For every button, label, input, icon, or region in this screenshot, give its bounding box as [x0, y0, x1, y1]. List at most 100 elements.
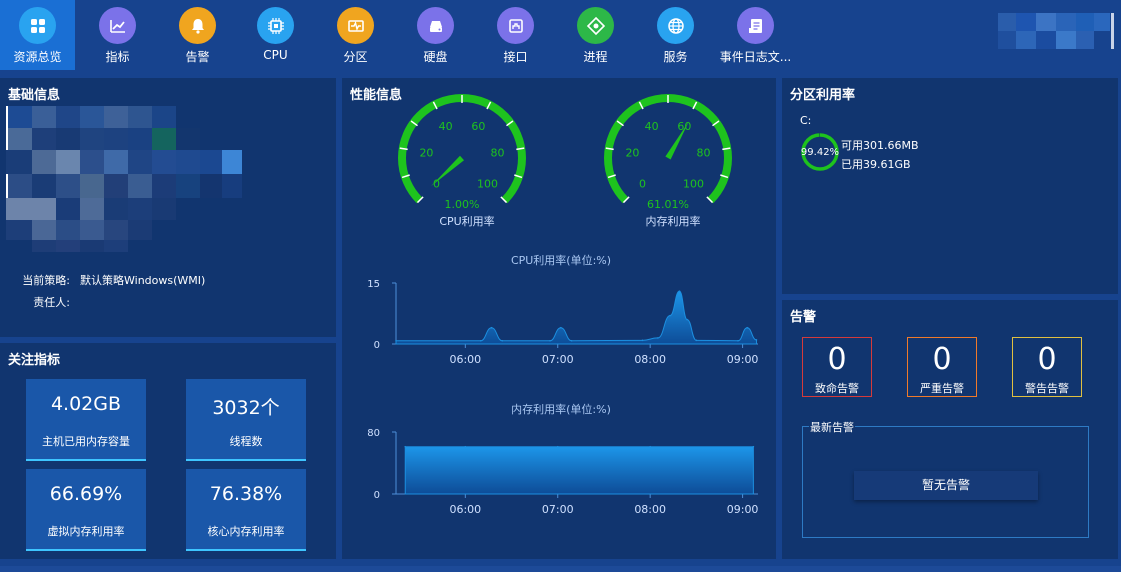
gauge-tick-label: 20 [625, 146, 639, 159]
gauge-tick-label: 60 [471, 120, 485, 133]
nav-label: CPU [263, 48, 288, 62]
document-icon [737, 7, 774, 44]
nav-tab-partition[interactable]: 分区 [318, 0, 393, 70]
gauge-tick-label: 60 [677, 120, 691, 133]
nav-tab-cpu[interactable]: CPU [238, 0, 313, 70]
nav-tab-disk[interactable]: 硬盘 [398, 0, 473, 70]
chart-data-point [641, 339, 644, 342]
disk-icon [417, 7, 454, 44]
grid-icon [19, 7, 56, 44]
panel-title: 告警 [790, 310, 817, 325]
chart-area-series [404, 446, 754, 495]
chart-data-point [490, 326, 493, 329]
metric-card-threads[interactable]: 3032个 线程数 [186, 379, 306, 461]
panel-title: 分区利用率 [790, 88, 856, 103]
metric-card-core-memory[interactable]: 76.38% 核心内存利用率 [186, 469, 306, 551]
chart-x-tick-label: 07:00 [542, 503, 574, 516]
policy-label: 当前策略: [22, 274, 70, 287]
metric-label: 线程数 [229, 435, 263, 448]
chart-data-point [755, 339, 758, 341]
panel-title: 关注指标 [8, 353, 61, 368]
nav-label: 服务 [663, 50, 688, 64]
nav-label: 分区 [343, 50, 368, 64]
owner-label: 责任人: [33, 296, 70, 309]
basic-info-mosaic [6, 106, 246, 256]
chart-data-point [678, 290, 681, 292]
bell-icon [179, 7, 216, 44]
nav-tab-overview[interactable]: 资源总览 [0, 0, 75, 70]
latest-alarm-title: 最新告警 [809, 419, 855, 435]
metric-label: 虚拟内存利用率 [47, 525, 125, 538]
metric-value: 76.38% [209, 483, 283, 505]
bottom-strip [0, 566, 1121, 572]
chart-data-point [649, 445, 651, 448]
chart-y-tick-label: 0 [374, 490, 380, 501]
partition-drive-label: C: [800, 114, 812, 127]
chart-data-point [549, 339, 551, 342]
redacted-info-mosaic [6, 106, 242, 252]
partition-percent: 99.42% [800, 147, 840, 158]
panel-title: 基础信息 [8, 88, 61, 103]
chart-data-point [737, 339, 739, 342]
chart-x-tick-label: 07:00 [542, 353, 574, 366]
chart-y-tick-label: 0 [374, 340, 380, 351]
chart-x-tick-label: 06:00 [449, 353, 481, 366]
chart-title: CPU利用率(单位:%) [511, 253, 611, 267]
chart-data-point [464, 445, 467, 448]
gauge-value: 1.00% [445, 198, 480, 211]
chart-data-point [752, 445, 755, 448]
nav-tab-interface[interactable]: 接口 [478, 0, 553, 70]
nav-label: 硬盘 [423, 50, 448, 64]
gauge-tick-label: 0 [639, 177, 646, 190]
gauge-tick-label: 80 [697, 146, 711, 159]
gauge-needle [430, 155, 465, 187]
nav-tab-metrics[interactable]: 指标 [80, 0, 155, 70]
gauge-tick-label: 40 [645, 120, 659, 133]
gauge-label: CPU利用率 [439, 214, 494, 228]
metric-card-used-memory[interactable]: 4.02GB 主机已用内存容量 [26, 379, 146, 461]
chart-data-point [669, 314, 671, 317]
performance-graphics: 0 20 40 60 80 100 1.00% CPU利用率 0 20 40 60 80 100 61.01… [367, 94, 758, 516]
alarm-count: 0 [1037, 342, 1057, 377]
alarm-box-critical[interactable]: 0 严重告警 [907, 337, 977, 397]
alarm-count: 0 [827, 342, 847, 377]
gauge-label: 内存利用率 [646, 214, 701, 228]
gauge-tick-label: 40 [439, 120, 453, 133]
latest-alarm-group: 最新告警 暂无告警 [802, 419, 1089, 538]
nav-label: 告警 [185, 50, 210, 64]
metric-card-virtual-memory[interactable]: 66.69% 虚拟内存利用率 [26, 469, 146, 551]
user-menu-handle[interactable] [1111, 13, 1114, 49]
chart-title: 内存利用率(单位:%) [511, 402, 611, 416]
alarm-box-fatal[interactable]: 0 致命告警 [802, 337, 872, 397]
chart-data-point [746, 326, 749, 329]
user-info-blurred[interactable] [998, 13, 1110, 49]
chart-data-point [404, 445, 407, 448]
top-nav: 资源总览 指标 告警 CPU 分区 硬盘 接口 进程 服务 事件日志文... [0, 0, 1121, 70]
nav-tab-process[interactable]: 进程 [558, 0, 633, 70]
partition-available: 可用301.66MB [841, 139, 919, 152]
chart-data-point [479, 339, 482, 342]
chart-data-point [657, 337, 659, 339]
nav-tab-service[interactable]: 服务 [638, 0, 713, 70]
chart-data-point [570, 339, 573, 342]
alarm-box-warning[interactable]: 0 警告告警 [1012, 337, 1082, 397]
nav-label: 接口 [503, 50, 528, 64]
globe-icon [657, 7, 694, 44]
chart-data-point [560, 326, 562, 329]
process-icon [577, 7, 614, 44]
nav-tab-alarm[interactable]: 告警 [160, 0, 235, 70]
gauge-tick-label: 80 [491, 146, 505, 159]
chart-data-point [695, 339, 698, 342]
line-chart-icon [99, 7, 136, 44]
metric-value: 66.69% [49, 483, 123, 505]
chip-icon [257, 7, 294, 44]
chart-y-tick-label: 80 [367, 428, 380, 439]
partition-icon [337, 7, 374, 44]
chart-x-tick-label: 08:00 [634, 503, 666, 516]
no-alarm-button[interactable]: 暂无告警 [854, 471, 1038, 500]
chart-area-series [395, 290, 757, 345]
nav-tab-event-log[interactable]: 事件日志文... [718, 0, 793, 70]
metric-label: 核心内存利用率 [207, 525, 285, 538]
nav-label: 进程 [583, 50, 608, 64]
gauge-tick-label: 100 [683, 177, 704, 190]
